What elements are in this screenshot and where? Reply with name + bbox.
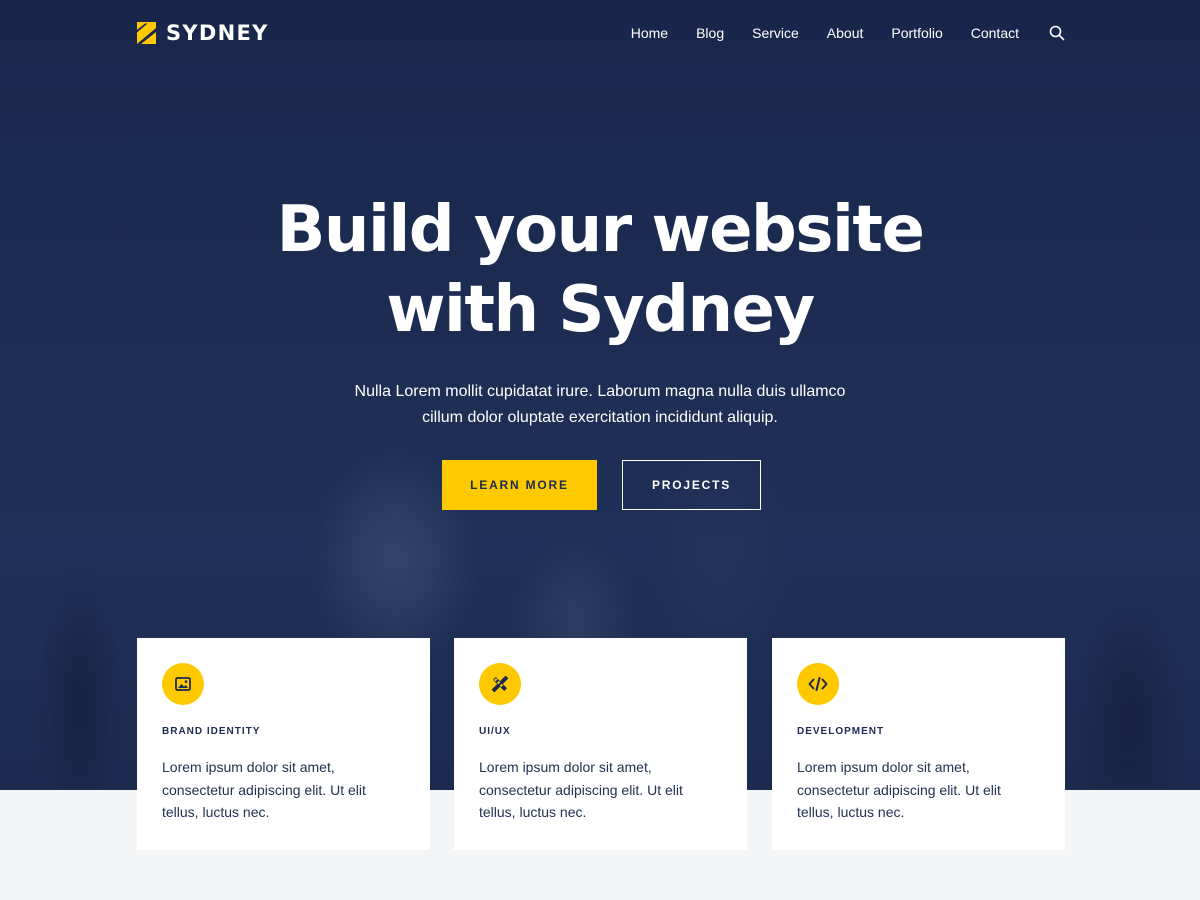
nav-home[interactable]: Home xyxy=(631,25,668,41)
card-text-line: tellus, luctus nec. xyxy=(162,804,270,820)
card-text: Lorem ipsum dolor sit amet, consectetur … xyxy=(162,756,405,824)
card-text-line: tellus, luctus nec. xyxy=(797,804,905,820)
card-text-line: Lorem ipsum dolor sit amet, xyxy=(479,759,652,775)
card-text-line: Lorem ipsum dolor sit amet, xyxy=(797,759,970,775)
image-icon xyxy=(162,663,204,705)
logo-icon xyxy=(137,22,156,44)
card-text-line: Lorem ipsum dolor sit amet, xyxy=(162,759,335,775)
hero-title-line-2: with Sydney xyxy=(386,273,815,347)
service-card-brand-identity: BRAND IDENTITY Lorem ipsum dolor sit ame… xyxy=(137,638,430,850)
service-card-development: DEVELOPMENT Lorem ipsum dolor sit amet, … xyxy=(772,638,1065,850)
card-title: DEVELOPMENT xyxy=(797,726,885,737)
card-title: UI/UX xyxy=(479,726,511,737)
nav-contact[interactable]: Contact xyxy=(971,25,1019,41)
card-text: Lorem ipsum dolor sit amet, consectetur … xyxy=(797,756,1040,824)
hero-subtitle-line-2: cillum dolor oluptate exercitation incid… xyxy=(422,409,778,426)
card-text-line: tellus, luctus nec. xyxy=(479,804,587,820)
projects-button[interactable]: PROJECTS xyxy=(622,460,761,510)
card-text: Lorem ipsum dolor sit amet, consectetur … xyxy=(479,756,722,824)
nav-portfolio[interactable]: Portfolio xyxy=(891,25,942,41)
hero-title-line-1: Build your website xyxy=(276,193,925,267)
code-icon xyxy=(797,663,839,705)
services-cards: BRAND IDENTITY Lorem ipsum dolor sit ame… xyxy=(137,638,1065,850)
hero-subtitle: Nulla Lorem mollit cupidatat irure. Labo… xyxy=(340,379,860,431)
card-text-line: consectetur adipiscing elit. Ut elit xyxy=(797,781,1001,798)
card-title: BRAND IDENTITY xyxy=(162,726,261,737)
site-header: SYDNEY Home Blog Service About Portfolio… xyxy=(137,18,1065,48)
nav-blog[interactable]: Blog xyxy=(696,25,724,41)
learn-more-button[interactable]: LEARN MORE xyxy=(442,460,597,510)
search-icon[interactable] xyxy=(1049,25,1065,41)
hero-subtitle-line-1: Nulla Lorem mollit cupidatat irure. Labo… xyxy=(354,383,846,400)
service-card-ui-ux: UI/UX Lorem ipsum dolor sit amet, consec… xyxy=(454,638,747,850)
hero-title: Build your website with Sydney xyxy=(200,190,1000,350)
card-text-line: consectetur adipiscing elit. Ut elit xyxy=(162,781,366,798)
card-text-line: consectetur adipiscing elit. Ut elit xyxy=(479,781,683,798)
nav-about[interactable]: About xyxy=(827,25,864,41)
nav-service[interactable]: Service xyxy=(752,25,799,41)
site-logo[interactable]: SYDNEY xyxy=(137,21,269,45)
main-nav: Home Blog Service About Portfolio Contac… xyxy=(631,25,1065,41)
design-tools-icon xyxy=(479,663,521,705)
logo-text: SYDNEY xyxy=(166,21,269,45)
